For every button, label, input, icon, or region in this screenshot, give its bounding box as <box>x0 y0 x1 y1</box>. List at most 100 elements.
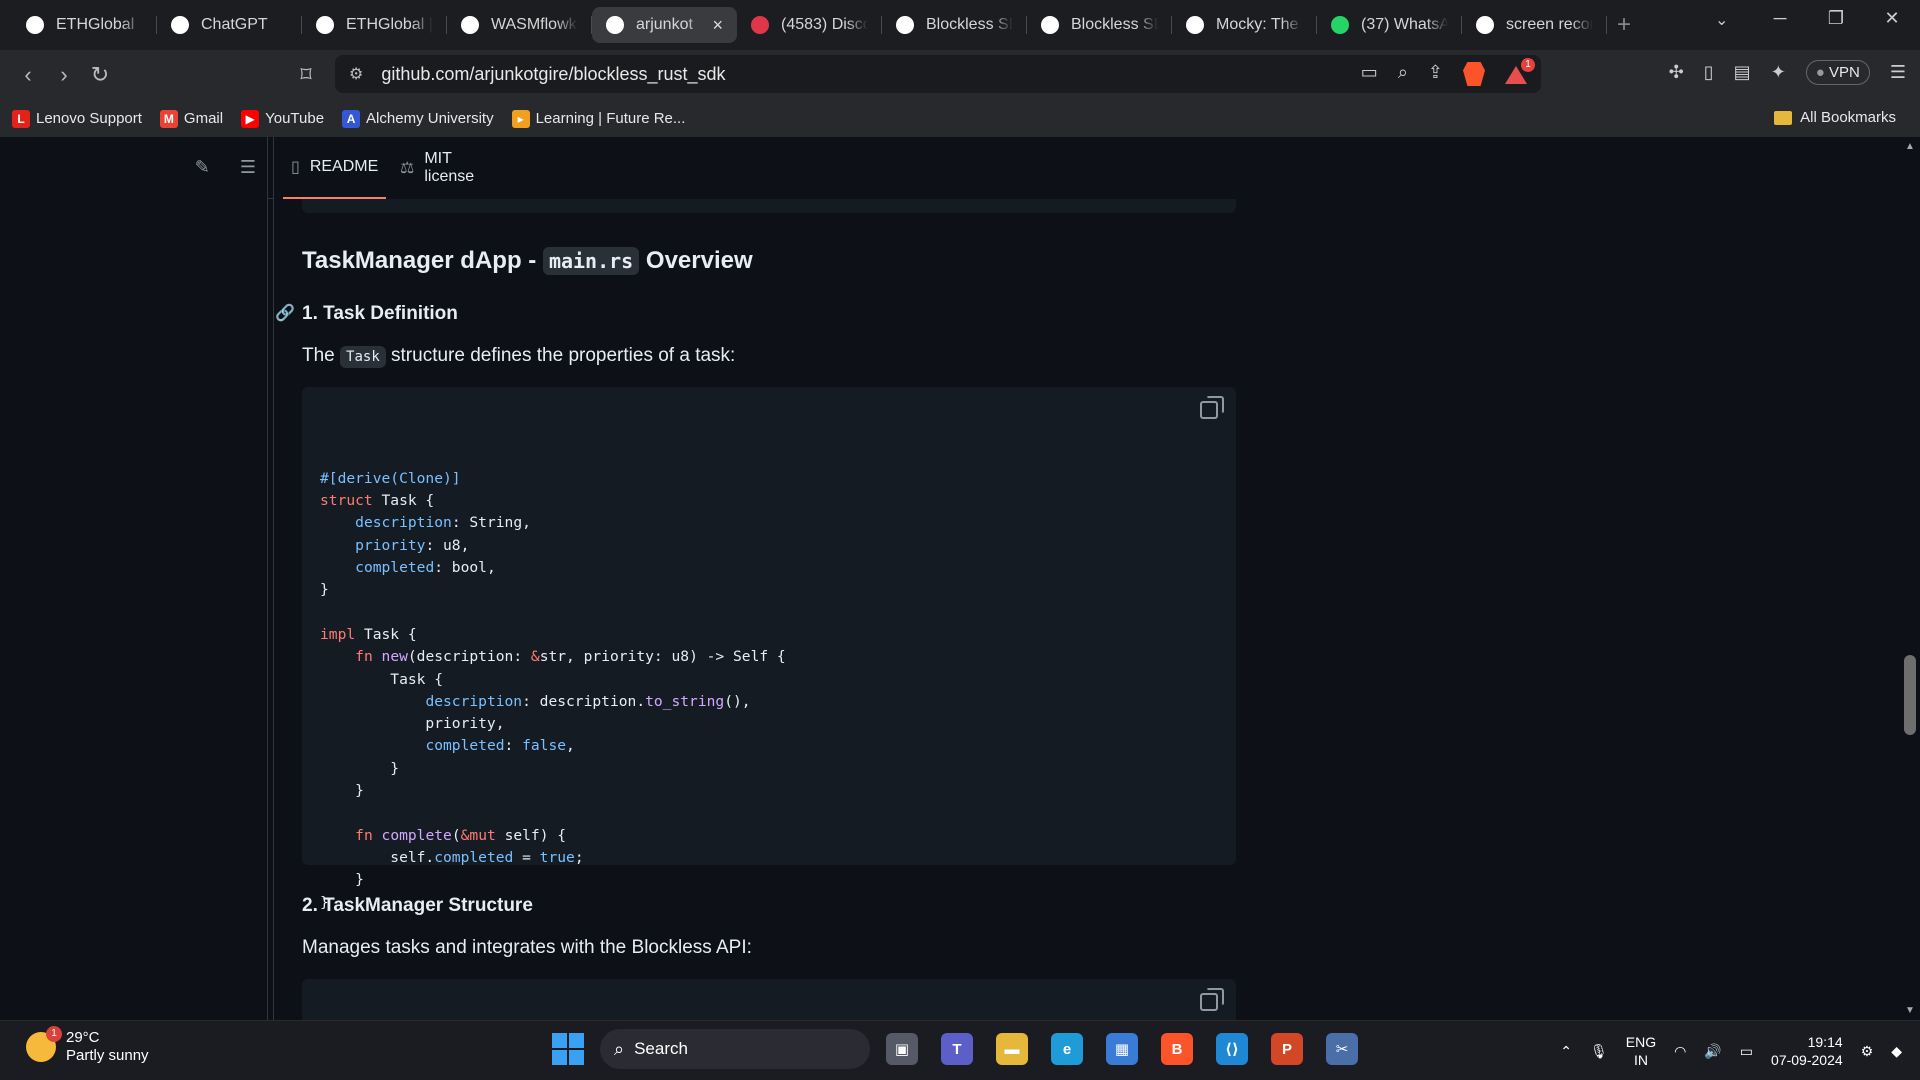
bookmark-item[interactable]: ▶ YouTube <box>241 109 324 128</box>
ethglobal-icon <box>461 16 479 34</box>
extensions-icon[interactable]: ✣ <box>1669 62 1684 83</box>
bookmark-item[interactable]: ▸ Learning | Future Re... <box>511 109 686 128</box>
tab-license[interactable]: ⚖ MIT license <box>400 137 474 199</box>
edit-pencil-icon[interactable]: ✎ <box>195 157 210 178</box>
brave-rewards-icon[interactable]: 1 <box>1505 58 1535 84</box>
vpn-label: VPN <box>1829 64 1860 81</box>
tab-readme[interactable]: ▯ README <box>283 137 387 199</box>
browser-tab[interactable]: arjunkot × <box>592 7 737 43</box>
code-token: completed <box>425 737 505 755</box>
browser-tab[interactable]: WASMflowki <box>447 7 592 43</box>
code-block-task: #[derive(Clone)] struct Task { descriptio… <box>302 387 1236 911</box>
browser-tab[interactable]: Blockless SD <box>882 7 1027 43</box>
close-tab-icon[interactable]: × <box>712 15 723 36</box>
browser-tab[interactable]: ETHGlobal | I <box>302 7 447 43</box>
copy-icon[interactable] <box>1200 988 1224 1011</box>
language-indicator[interactable]: ENG IN <box>1626 1033 1656 1069</box>
sidebar-icon[interactable]: ▯ <box>1704 62 1714 83</box>
browser-tab[interactable]: Blockless SD <box>1027 7 1172 43</box>
menu-icon[interactable]: ☰ <box>1890 62 1906 83</box>
code-token: = <box>513 848 540 866</box>
chatgpt-icon <box>896 16 914 34</box>
store-icon[interactable]: ▦ <box>1106 1033 1138 1065</box>
wallet-icon[interactable]: ▤ <box>1734 62 1751 83</box>
minimize-button[interactable]: ─ <box>1752 8 1808 29</box>
tab-title: ChatGPT <box>201 16 268 33</box>
tray-overflow-icon[interactable]: ⌃ <box>1560 1043 1572 1060</box>
browser-tab[interactable]: screen recor <box>1462 7 1607 43</box>
browser-tab[interactable]: ChatGPT <box>157 7 302 43</box>
task-view-icon[interactable]: ▣ <box>886 1033 918 1065</box>
close-window-button[interactable]: ✕ <box>1864 8 1920 29</box>
powerpoint-icon[interactable]: P <box>1271 1033 1303 1065</box>
brave-shields-icon[interactable] <box>1463 62 1485 86</box>
bookmark-item[interactable]: A Alchemy University <box>342 109 494 128</box>
browser-tab[interactable]: Mocky: The v <box>1172 7 1317 43</box>
page-scrollbar[interactable]: ▲ ▼ <box>1900 137 1920 1020</box>
link-anchor-icon[interactable]: 🔗 <box>275 303 295 323</box>
url-text: github.com/arjunkotgire/blockless_rust_s… <box>381 63 726 84</box>
share-icon[interactable]: ⇪ <box>1428 62 1443 86</box>
clock[interactable]: 19:14 07-09-2024 <box>1771 1033 1843 1069</box>
region-code: IN <box>1633 1052 1648 1068</box>
code-line: Task { <box>320 669 1218 691</box>
edge-icon[interactable]: e <box>1051 1033 1083 1065</box>
file-explorer-icon[interactable]: ▬ <box>996 1033 1028 1065</box>
code-token: #[derive(Clone)] <box>320 469 461 487</box>
taskmanager-paragraph: Manages tasks and integrates with the Bl… <box>302 937 752 958</box>
bookmark-item[interactable]: M Gmail <box>159 109 223 128</box>
outline-list-icon[interactable]: ☰ <box>240 157 256 178</box>
weather-widget[interactable]: 1 29°C Partly sunny <box>26 1026 149 1065</box>
browser-tab[interactable]: (4583) Disco <box>737 7 882 43</box>
microphone-icon[interactable]: 🎙 <box>1590 1043 1608 1060</box>
tab-title: arjunkot <box>636 16 693 33</box>
browser-tab[interactable]: (37) WhatsAp <box>1317 7 1462 43</box>
new-tab-button[interactable]: + <box>1617 11 1631 39</box>
code-token: completed <box>355 559 435 577</box>
battery-icon[interactable]: ▭ <box>1740 1043 1753 1060</box>
zoom-icon[interactable]: ⌕ <box>1398 62 1408 86</box>
bookmark-favicon-icon: A <box>342 109 361 128</box>
address-bar[interactable]: ⚙ github.com/arjunkotgire/blockless_rust… <box>335 55 1541 93</box>
bookmark-page-icon[interactable]: ⌑ <box>288 62 324 88</box>
brave-icon[interactable]: B <box>1161 1033 1193 1065</box>
snipping-tool-icon[interactable]: ✂ <box>1326 1033 1358 1065</box>
scroll-up-arrow-icon[interactable]: ▲ <box>1905 141 1915 152</box>
code-token: } <box>320 581 329 599</box>
bookmark-label: Learning | Future Re... <box>535 110 686 127</box>
copy-icon[interactable] <box>1200 396 1224 419</box>
scrollbar-thumb[interactable] <box>1904 655 1916 735</box>
restore-button[interactable]: ❐ <box>1808 8 1864 29</box>
code-token: description <box>425 692 523 710</box>
all-bookmarks-button[interactable]: All Bookmarks <box>1774 109 1896 126</box>
volume-icon[interactable]: 🔊 <box>1704 1043 1721 1060</box>
vpn-button[interactable]: ● VPN <box>1805 60 1870 85</box>
cast-icon[interactable]: ▭ <box>1361 62 1378 86</box>
bookmark-item[interactable]: L Lenovo Support <box>12 109 142 128</box>
windows-taskbar: 1 29°C Partly sunny ⌕ Search ▣ T ▬ e ▦ B ⟨⟩ P ✂ … <box>0 1020 1920 1080</box>
windows-start-icon[interactable] <box>552 1033 584 1065</box>
notifications-icon[interactable]: ⚙ <box>1861 1043 1874 1060</box>
code-token: true <box>539 848 575 866</box>
code-token: : bool, <box>434 559 496 577</box>
leo-ai-icon[interactable]: ✦ <box>1771 62 1786 83</box>
reload-button[interactable]: ↻ <box>82 62 118 88</box>
code-token: new <box>381 648 408 666</box>
copilot-icon[interactable]: ◆ <box>1891 1043 1902 1060</box>
code-icon <box>1186 16 1204 34</box>
taskbar-search[interactable]: ⌕ Search <box>600 1029 870 1069</box>
tab-search-chevron-icon[interactable]: ⌄ <box>1715 10 1728 30</box>
teams-icon[interactable]: T <box>941 1033 973 1065</box>
vscode-icon[interactable]: ⟨⟩ <box>1216 1033 1248 1065</box>
browser-tab[interactable]: ETHGlobal <box>12 7 157 43</box>
code-token: priority, <box>320 715 505 733</box>
forward-button[interactable]: › <box>46 62 82 88</box>
back-button[interactable]: ‹ <box>10 62 46 88</box>
bookmark-label: Alchemy University <box>366 110 494 127</box>
wifi-icon[interactable]: ◠ <box>1674 1043 1686 1060</box>
site-settings-icon[interactable]: ⚙ <box>349 64 363 84</box>
scroll-down-arrow-icon[interactable]: ▼ <box>1905 1005 1915 1016</box>
